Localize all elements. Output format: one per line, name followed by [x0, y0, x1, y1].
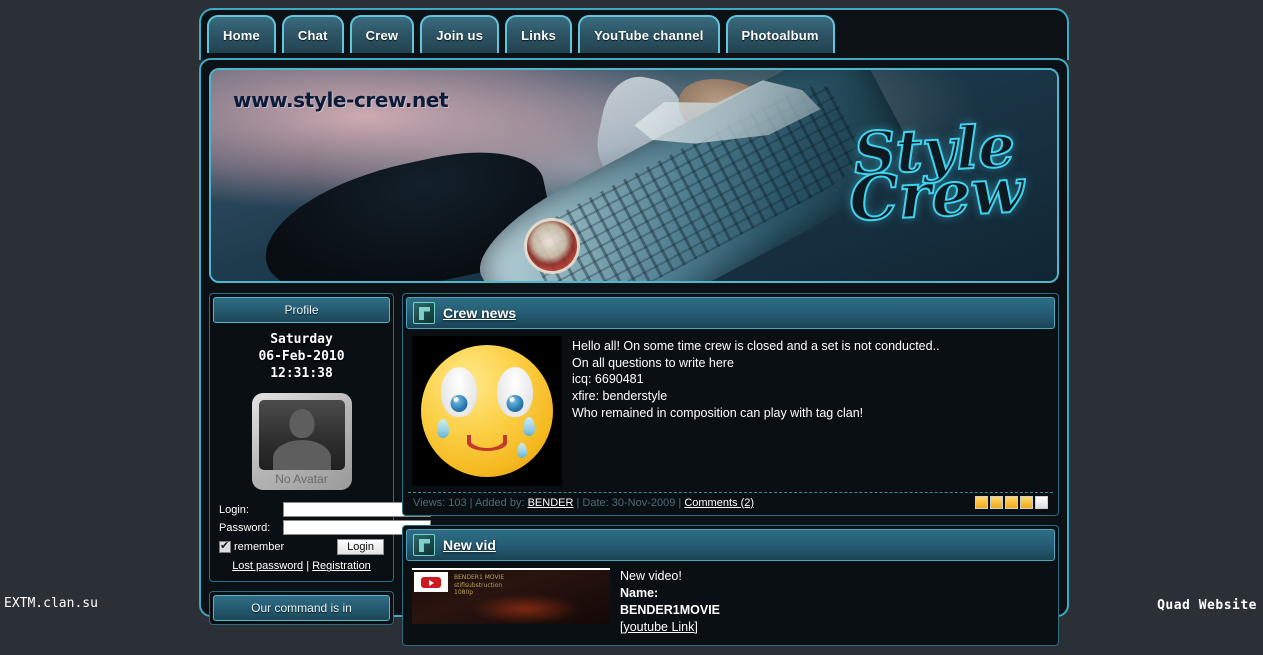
- auth-links: Lost password | Registration: [219, 560, 384, 572]
- video-thumbnail-caption: BENDER1 MOVIE stiflsubstruction 1080p: [454, 574, 505, 596]
- site-frame: www.style-crew.net Style Crew Profile Sa…: [199, 58, 1069, 646]
- profile-block-body: Saturday 06-Feb-2010 12:31:38 No Avatar: [213, 323, 431, 578]
- news-post-meta: Views: 103 | Added by: BENDER | Date: 30…: [413, 497, 754, 509]
- nav-tab-chat[interactable]: Chat: [281, 15, 344, 53]
- login-row: Login:: [219, 502, 431, 518]
- nav-tab-home[interactable]: Home: [207, 15, 276, 53]
- login-button[interactable]: Login: [337, 539, 384, 556]
- link-bracket-close: ]: [694, 619, 698, 634]
- emoji-tear: [437, 419, 449, 438]
- emoji-pupil-right: [506, 395, 524, 412]
- news-post-thumbnail: [412, 336, 562, 486]
- emoji-tear: [523, 417, 535, 436]
- video-post: New vid BENDER1 MOVIE stiflsubstruction …: [402, 525, 1059, 646]
- post-date-label: | Date: 30-Nov-2009 |: [576, 496, 682, 509]
- video-thumbnail[interactable]: BENDER1 MOVIE stiflsubstruction 1080p: [412, 568, 610, 624]
- video-post-title[interactable]: New vid: [443, 537, 496, 553]
- password-label: Password:: [219, 521, 271, 534]
- nav-tab-label: YouTube channel: [594, 27, 704, 43]
- rating-stars[interactable]: [975, 496, 1048, 509]
- video-category-icon: [413, 534, 435, 556]
- nav-tab-label: Photoalbum: [741, 27, 819, 43]
- avatar-image: [258, 400, 345, 471]
- post-author-link[interactable]: BENDER: [528, 497, 574, 509]
- avatar: No Avatar: [251, 393, 352, 491]
- news-post-text: Hello all! On some time crew is closed a…: [572, 339, 940, 420]
- login-actions-row: remember Login: [219, 539, 384, 556]
- nav-tab-crew[interactable]: Crew: [349, 15, 415, 53]
- nav-tab-label: Chat: [297, 27, 328, 43]
- news-post-header: Crew news: [406, 297, 1055, 329]
- rating-star-empty[interactable]: [1035, 496, 1048, 509]
- nav-tab-youtube-channel[interactable]: YouTube channel: [578, 15, 720, 53]
- news-post: Crew news Hello all! On some time crew i…: [402, 293, 1059, 516]
- video-thumbnail-glow: [471, 594, 581, 624]
- remember-checkbox-box[interactable]: [219, 540, 231, 554]
- youtube-icon: [414, 572, 448, 592]
- news-category-icon: [413, 302, 435, 324]
- emoji-eye-left: [441, 367, 477, 417]
- video-line-3: BENDER1MOVIE: [620, 602, 721, 617]
- views-label: Views: 103 | Added by:: [413, 496, 525, 509]
- emoji-tear: [517, 443, 527, 458]
- emoji-mouth: [467, 435, 507, 451]
- banner-site-url: www.style-crew.net: [233, 88, 449, 112]
- nav-tab-join-us[interactable]: Join us: [420, 15, 500, 53]
- video-post-body: BENDER1 MOVIE stiflsubstruction 1080p Ne…: [406, 561, 1055, 642]
- emoji-eye-right: [497, 367, 533, 417]
- video-line-2: Name:: [620, 585, 659, 600]
- avatar-head-shape: [289, 409, 314, 439]
- command-block: Our command is in: [209, 591, 394, 626]
- video-line-1: New video!: [620, 569, 682, 583]
- video-post-header: New vid: [406, 529, 1055, 561]
- watermark-right: Quad Website: [1157, 598, 1257, 613]
- nav-tab-label: Home: [223, 27, 260, 43]
- avatar-body-shape: [272, 440, 331, 471]
- emoji-pupil-left: [450, 395, 468, 412]
- rating-star-filled[interactable]: [1005, 496, 1018, 509]
- rating-star-filled[interactable]: [975, 496, 988, 509]
- content-area: Profile Saturday 06-Feb-2010 12:31:38 No…: [209, 293, 1059, 655]
- rating-star-filled[interactable]: [1020, 496, 1033, 509]
- sidebar: Profile Saturday 06-Feb-2010 12:31:38 No…: [209, 293, 431, 655]
- news-post-body: Hello all! On some time crew is closed a…: [406, 329, 1055, 492]
- banner-logo-line-2: Crew: [846, 153, 1026, 237]
- clock-date: 06-Feb-2010: [258, 349, 345, 365]
- clock-day: Saturday: [270, 332, 333, 347]
- avatar-label: No Avatar: [275, 472, 328, 487]
- profile-block: Profile Saturday 06-Feb-2010 12:31:38 No…: [209, 293, 431, 583]
- main-navigation: Home Chat Crew Join us Links YouTube cha…: [199, 8, 1069, 60]
- site-banner[interactable]: www.style-crew.net Style Crew: [209, 68, 1059, 283]
- crying-face-icon: [421, 345, 553, 477]
- banner-crew-logo: Style Crew: [823, 78, 1047, 269]
- login-form: Login: Password: remember L: [219, 502, 431, 572]
- nav-tab-links[interactable]: Links: [505, 15, 573, 53]
- registration-link[interactable]: Registration: [312, 560, 371, 572]
- password-row: Password:: [219, 520, 431, 536]
- video-post-text: New video! Name: BENDER1MOVIE [youtube L…: [620, 568, 720, 636]
- comments-link[interactable]: Comments (2): [684, 497, 754, 509]
- lost-password-link[interactable]: Lost password: [232, 560, 303, 572]
- news-column: Crew news Hello all! On some time crew i…: [402, 293, 1059, 655]
- login-label: Login:: [219, 503, 249, 516]
- nav-tab-label: Join us: [436, 27, 484, 43]
- youtube-link[interactable]: youtube Link: [623, 620, 694, 634]
- news-post-footer: Views: 103 | Added by: BENDER | Date: 30…: [408, 492, 1053, 512]
- nav-tab-label: Links: [521, 27, 557, 43]
- clock-widget: Saturday 06-Feb-2010 12:31:38: [219, 331, 384, 382]
- command-block-title: Our command is in: [213, 595, 390, 622]
- watermark-left: EXTM.clan.su: [4, 596, 98, 611]
- news-post-title[interactable]: Crew news: [443, 305, 516, 321]
- clock-time: 12:31:38: [270, 366, 333, 382]
- auth-links-separator: |: [306, 560, 310, 573]
- video-link-row: [youtube Link]: [620, 619, 720, 636]
- profile-block-title: Profile: [213, 297, 390, 323]
- rating-star-filled[interactable]: [990, 496, 1003, 509]
- remember-label: remember: [234, 541, 285, 554]
- remember-checkbox[interactable]: remember: [219, 540, 285, 554]
- nav-tab-label: Crew: [365, 27, 399, 43]
- nav-tab-photoalbum[interactable]: Photoalbum: [725, 15, 835, 53]
- banner-badge-icon: [524, 217, 581, 274]
